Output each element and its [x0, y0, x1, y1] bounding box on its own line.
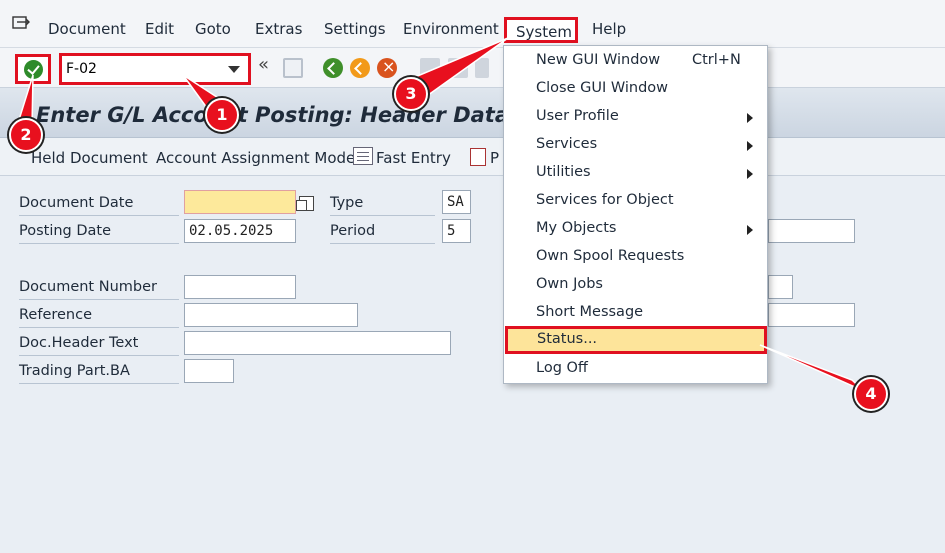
- label-underline: [19, 243, 179, 244]
- label-underline: [19, 299, 179, 300]
- post-icon: [470, 148, 486, 166]
- double-chevron-left-icon[interactable]: «: [258, 54, 269, 75]
- menu-document[interactable]: Document: [48, 20, 126, 38]
- find-icon[interactable]: [448, 58, 468, 78]
- menu-item-close-gui-window[interactable]: Close GUI Window: [504, 75, 767, 103]
- label-underline: [19, 215, 179, 216]
- menu-help[interactable]: Help: [592, 20, 626, 38]
- callout-1: 1: [205, 98, 239, 132]
- period-label: Period: [330, 223, 376, 239]
- menu-item-new-gui-window[interactable]: New GUI Window Ctrl+N: [504, 47, 767, 75]
- type-label: Type: [330, 195, 364, 211]
- application-toolbar: Held Document Account Assignment Model F…: [0, 138, 945, 176]
- callout-2: 2: [9, 118, 43, 152]
- enter-button[interactable]: [15, 54, 51, 84]
- menu-edit[interactable]: Edit: [145, 20, 174, 38]
- exit-icon[interactable]: [350, 58, 370, 78]
- account-assignment-model-button[interactable]: Account Assignment Model: [156, 149, 359, 167]
- label-underline: [19, 355, 179, 356]
- menu-bar: Document Edit Goto Extras Settings Envir…: [0, 0, 945, 48]
- find-next-icon[interactable]: [475, 58, 489, 78]
- submenu-arrow-icon: [747, 113, 753, 123]
- menu-item-own-spool-requests[interactable]: Own Spool Requests: [504, 243, 767, 271]
- menu-system[interactable]: System: [504, 17, 578, 43]
- post-button[interactable]: P: [490, 149, 499, 167]
- document-date-field[interactable]: [184, 190, 296, 214]
- menu-goto[interactable]: Goto: [195, 20, 231, 38]
- menu-item-user-profile[interactable]: User Profile: [504, 103, 767, 131]
- submenu-arrow-icon: [747, 225, 753, 235]
- menu-item-services[interactable]: Services: [504, 131, 767, 159]
- posting-date-field[interactable]: [184, 219, 296, 243]
- command-input[interactable]: [66, 58, 236, 80]
- chevron-down-icon[interactable]: [228, 66, 240, 73]
- callout-3: 3: [394, 77, 428, 111]
- document-date-label: Document Date: [19, 195, 134, 211]
- header-data-form: Document Date Posting Date Type Period D…: [0, 176, 945, 553]
- calendar-icon[interactable]: [296, 196, 314, 211]
- menu-item-utilities[interactable]: Utilities: [504, 159, 767, 187]
- fast-entry-button[interactable]: Fast Entry: [376, 149, 451, 167]
- reference-label: Reference: [19, 307, 93, 323]
- submenu-arrow-icon: [747, 141, 753, 151]
- trading-part-label: Trading Part.BA: [19, 363, 130, 379]
- menu-item-my-objects[interactable]: My Objects: [504, 215, 767, 243]
- submenu-arrow-icon: [747, 169, 753, 179]
- header-text-field[interactable]: [184, 331, 451, 355]
- label-underline: [330, 215, 435, 216]
- cancel-icon[interactable]: [377, 57, 397, 78]
- menu-item-log-off[interactable]: Log Off: [504, 355, 767, 383]
- type-field[interactable]: [442, 190, 471, 214]
- menu-item-status[interactable]: Status...: [505, 326, 767, 354]
- save-icon[interactable]: [283, 58, 303, 78]
- held-document-button[interactable]: Held Document: [31, 149, 148, 167]
- fast-entry-icon: [353, 147, 373, 165]
- trading-part-field[interactable]: [184, 359, 234, 383]
- label-underline: [19, 327, 179, 328]
- menu-item-short-message[interactable]: Short Message: [504, 299, 767, 327]
- page-title: Enter G/L Account Posting: Header Data: [36, 103, 510, 127]
- back-icon[interactable]: [323, 58, 343, 78]
- menu-settings[interactable]: Settings: [324, 20, 386, 38]
- right-field-3[interactable]: [768, 303, 855, 327]
- period-field[interactable]: [442, 219, 471, 243]
- menu-environment[interactable]: Environment: [403, 20, 499, 38]
- menu-item-own-jobs[interactable]: Own Jobs: [504, 271, 767, 299]
- reference-field[interactable]: [184, 303, 358, 327]
- right-field-1[interactable]: [768, 219, 855, 243]
- standard-toolbar: «: [0, 48, 945, 88]
- menu-extras[interactable]: Extras: [255, 20, 302, 38]
- document-number-label: Document Number: [19, 279, 157, 295]
- document-number-field[interactable]: [184, 275, 296, 299]
- label-underline: [330, 243, 435, 244]
- label-underline: [19, 383, 179, 384]
- menu-toggle-icon[interactable]: [12, 15, 30, 31]
- shortcut-label: Ctrl+N: [692, 52, 741, 68]
- title-bar: Enter G/L Account Posting: Header Data: [0, 88, 945, 138]
- command-field[interactable]: [59, 53, 251, 85]
- right-field-2[interactable]: [768, 275, 793, 299]
- posting-date-label: Posting Date: [19, 223, 112, 239]
- callout-4: 4: [854, 377, 888, 411]
- header-text-label: Doc.Header Text: [19, 335, 139, 351]
- menu-item-services-for-object[interactable]: Services for Object: [504, 187, 767, 215]
- system-menu: New GUI Window Ctrl+N Close GUI Window U…: [503, 45, 768, 384]
- checkmark-icon: [24, 60, 43, 79]
- print-icon[interactable]: [420, 58, 440, 78]
